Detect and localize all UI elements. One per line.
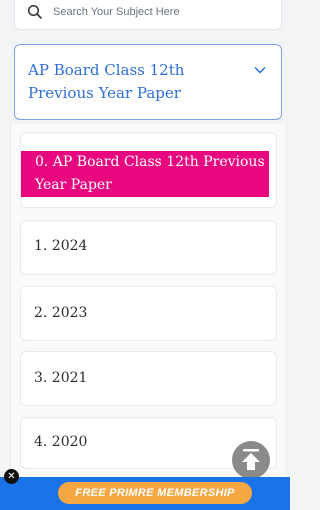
arrow-up-to-top-icon xyxy=(242,449,260,470)
list-item[interactable]: 0. AP Board Class 12th Previous Year Pap… xyxy=(20,132,277,208)
search-input[interactable] xyxy=(51,5,255,19)
membership-banner: FREE PRIMRE MEMBERSHIP xyxy=(0,477,290,510)
scroll-to-top-button[interactable] xyxy=(232,441,270,479)
list-item-label: 0. AP Board Class 12th Previous Year Pap… xyxy=(21,151,269,197)
free-membership-button[interactable]: FREE PRIMRE MEMBERSHIP xyxy=(58,482,252,504)
list-item[interactable]: 1. 2024 xyxy=(20,220,277,275)
list-item[interactable]: 2. 2023 xyxy=(20,286,277,341)
subject-dropdown[interactable]: AP Board Class 12th Previous Year Paper xyxy=(14,44,282,120)
close-icon[interactable]: ✕ xyxy=(4,469,19,484)
dropdown-selected-label: AP Board Class 12th Previous Year Paper xyxy=(28,61,185,102)
list-item-label: 4. 2020 xyxy=(34,434,88,450)
list-item-label: 2. 2023 xyxy=(34,305,88,321)
chevron-down-icon xyxy=(254,66,266,74)
list-item[interactable]: 3. 2021 xyxy=(20,351,277,406)
search-icon xyxy=(27,4,42,19)
list-item-label: 1. 2024 xyxy=(34,238,88,254)
list-item-label: 3. 2021 xyxy=(34,370,88,386)
search-box[interactable] xyxy=(14,0,282,30)
